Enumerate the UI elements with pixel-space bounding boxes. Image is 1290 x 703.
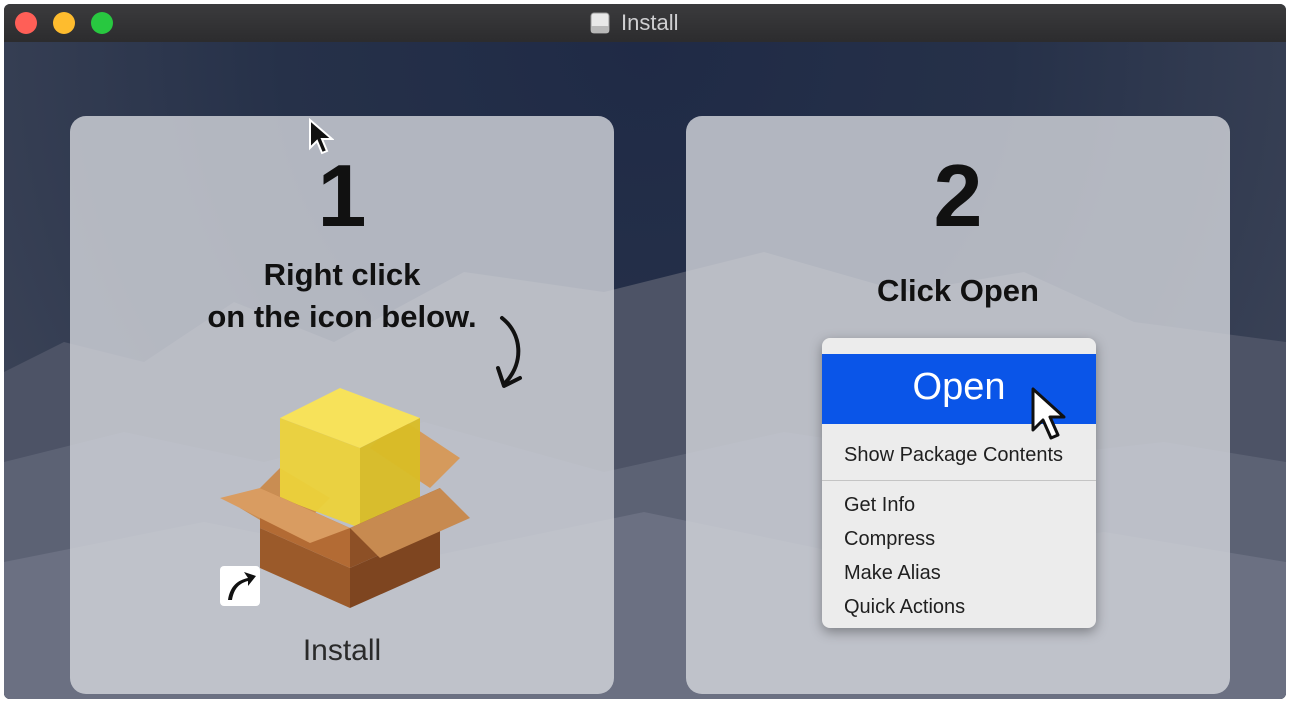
- menu-item-compress[interactable]: Compress: [844, 526, 935, 552]
- minimize-button[interactable]: [53, 12, 75, 34]
- menu-item-quick-actions[interactable]: Quick Actions: [844, 594, 965, 620]
- disk-icon: [590, 12, 610, 34]
- step2-instruction: Click Open: [877, 273, 1039, 308]
- curved-arrow-icon: [496, 316, 522, 388]
- mouse-pointer-icon: [309, 118, 334, 155]
- mouse-pointer-icon: [1031, 387, 1066, 440]
- menu-item-make-alias[interactable]: Make Alias: [844, 560, 941, 586]
- title-bar: Install: [4, 4, 1286, 43]
- close-button[interactable]: [15, 12, 37, 34]
- package-label: Install: [302, 634, 382, 667]
- installer-window: Install 1 Right click on the icon below.: [4, 4, 1286, 699]
- alias-arrow-icon: [220, 566, 260, 606]
- step1-instruction-line1: Right click: [263, 257, 421, 292]
- menu-item-show-package-contents[interactable]: Show Package Contents: [844, 442, 1063, 468]
- step1-panel: 1 Right click on the icon below. Install: [70, 116, 614, 694]
- window-title-group: Install: [589, 8, 678, 38]
- window-title: Install: [621, 10, 679, 35]
- step2-number: 2: [933, 146, 983, 245]
- zoom-button[interactable]: [91, 12, 113, 34]
- menu-separator: [822, 480, 1096, 481]
- step1-number: 1: [317, 146, 367, 245]
- step2-panel: 2 Click Open Open Show Package Contents …: [686, 116, 1230, 694]
- desktop-background: 1 Right click on the icon below. Install…: [4, 42, 1286, 699]
- context-menu: Open Show Package Contents Get Info Comp…: [822, 338, 1096, 628]
- menu-item-get-info[interactable]: Get Info: [844, 492, 915, 518]
